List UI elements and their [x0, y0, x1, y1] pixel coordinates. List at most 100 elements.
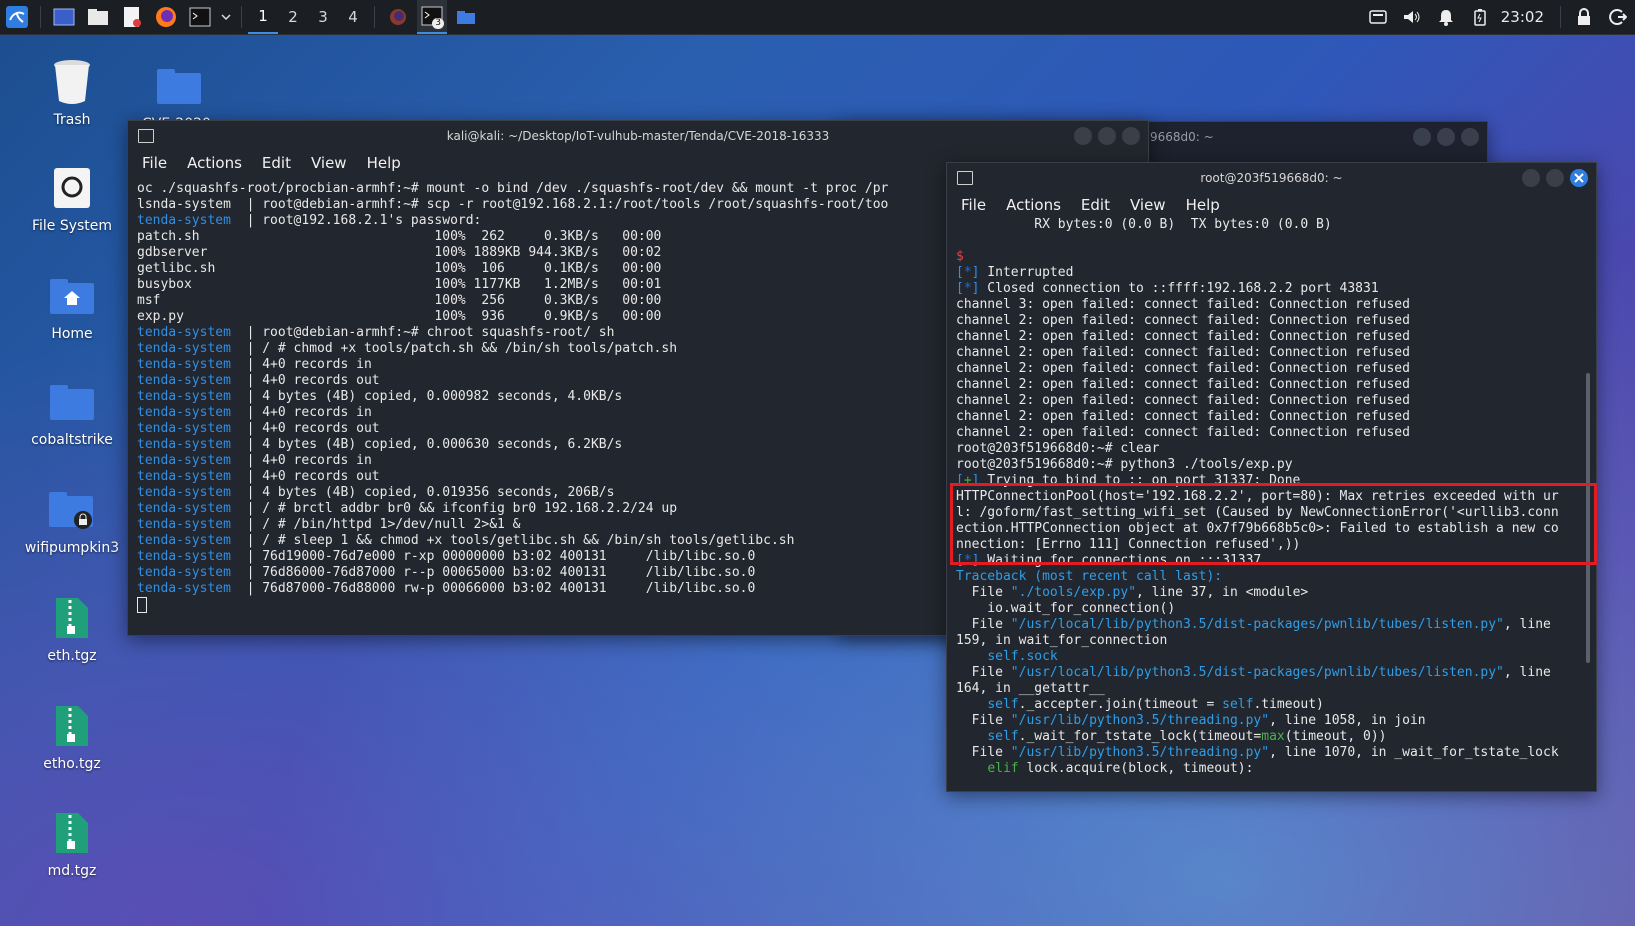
- firefox-task-icon[interactable]: [383, 2, 413, 32]
- window-titlebar[interactable]: kali@kali: ~/Desktop/IoT-vulhub-master/T…: [128, 121, 1148, 151]
- window-titlebar[interactable]: root@203f519668d0: ~: [947, 163, 1596, 193]
- channel-line: channel 2: open failed: connect failed: …: [956, 393, 1410, 408]
- text-cursor: [137, 597, 147, 613]
- harddisk-icon: [48, 164, 96, 212]
- file-manager-icon[interactable]: [83, 2, 113, 32]
- notification-bell-icon[interactable]: [1431, 2, 1461, 32]
- desktop-icon-file-system[interactable]: File System: [17, 164, 127, 234]
- menu-help[interactable]: Help: [367, 154, 401, 172]
- workspace-4[interactable]: 4: [338, 0, 368, 34]
- minimize-button[interactable]: [1074, 127, 1092, 145]
- logout-icon[interactable]: [1603, 2, 1633, 32]
- workspace-1[interactable]: 1: [248, 0, 278, 34]
- output-line: [*] Interrupted: [956, 265, 1074, 280]
- terminal-icon[interactable]: [185, 2, 215, 32]
- archive-icon: [48, 702, 96, 750]
- menu-help[interactable]: Help: [1186, 196, 1220, 214]
- lock-screen-icon[interactable]: [1569, 2, 1599, 32]
- traceback-line: io.wait_for_connection(): [956, 601, 1176, 616]
- close-button[interactable]: [1570, 169, 1588, 187]
- desktop-icon-eth-tgz[interactable]: eth.tgz: [17, 594, 127, 664]
- battery-icon[interactable]: [1465, 2, 1495, 32]
- terminal-window-right[interactable]: root@203f519668d0: ~ File Actions Edit V…: [946, 162, 1597, 792]
- channel-line: channel 2: open failed: connect failed: …: [956, 345, 1410, 360]
- desktop-icon-label: Trash: [53, 112, 91, 128]
- archive-icon: [48, 809, 96, 857]
- menu-file[interactable]: File: [142, 154, 167, 172]
- channel-line: channel 3: open failed: connect failed: …: [956, 297, 1410, 312]
- desktop-icon-label: wifipumpkin3: [24, 540, 120, 556]
- menu-view[interactable]: View: [1130, 196, 1166, 214]
- menu-edit[interactable]: Edit: [262, 154, 291, 172]
- minimize-button[interactable]: [1522, 169, 1540, 187]
- menu-edit[interactable]: Edit: [1081, 196, 1110, 214]
- clock[interactable]: 23:02: [1501, 8, 1544, 26]
- menu-actions[interactable]: Actions: [187, 154, 242, 172]
- desktop-icon-trash[interactable]: Trash: [17, 58, 127, 128]
- maximize-button[interactable]: [1437, 128, 1455, 146]
- trash-icon: [48, 58, 96, 106]
- desktop-icon-cobaltstrike[interactable]: cobaltstrike: [17, 378, 127, 448]
- traceback-line: 159, in wait_for_connection: [956, 633, 1168, 648]
- traceback-line: elif lock.acquire(block, timeout):: [987, 761, 1254, 776]
- desktop-icon-label: md.tgz: [47, 863, 97, 879]
- prompt-symbol: $: [956, 249, 964, 264]
- taskbar: 1 2 3 4 3 23:02: [0, 0, 1635, 35]
- terminal-task-button[interactable]: 3: [417, 0, 447, 34]
- rx-line: RX bytes:0 (0.0 B) TX bytes:0 (0.0 B): [956, 217, 1332, 232]
- traceback-line: self._wait_for_tstate_lock(timeout=max(t…: [987, 729, 1387, 744]
- traceback-line: File "/usr/lib/python3.5/threading.py", …: [956, 745, 1559, 760]
- kali-menu-icon[interactable]: [2, 2, 32, 32]
- close-button[interactable]: [1461, 128, 1479, 146]
- desktop-icon-label: Home: [51, 326, 93, 342]
- traceback-line: File "/usr/lib/python3.5/threading.py", …: [956, 713, 1426, 728]
- output-line: root@203f519668d0:~# clear: [956, 441, 1160, 456]
- window-title: root@203f519668d0: ~: [1200, 171, 1343, 185]
- workspace-2[interactable]: 2: [278, 0, 308, 34]
- terminal-icon: [957, 171, 973, 185]
- channel-line: channel 2: open failed: connect failed: …: [956, 329, 1410, 344]
- close-icon: [1574, 173, 1584, 183]
- text-editor-icon[interactable]: [117, 2, 147, 32]
- menu-actions[interactable]: Actions: [1006, 196, 1061, 214]
- desktop-icon-home[interactable]: Home: [17, 272, 127, 342]
- minimize-button[interactable]: [1413, 128, 1431, 146]
- channel-line: channel 2: open failed: connect failed: …: [956, 409, 1410, 424]
- channel-line: channel 2: open failed: connect failed: …: [956, 377, 1410, 392]
- volume-icon[interactable]: [1397, 2, 1427, 32]
- output-line: [*] Closed connection to ::ffff:192.168.…: [956, 281, 1379, 296]
- maximize-button[interactable]: [1546, 169, 1564, 187]
- locked-folder-icon: [48, 486, 96, 534]
- menu-file[interactable]: File: [961, 196, 986, 214]
- channel-line: channel 2: open failed: connect failed: …: [956, 425, 1410, 440]
- chevron-down-icon[interactable]: [219, 2, 233, 32]
- maximize-button[interactable]: [1098, 127, 1116, 145]
- desktop-icon-etho-tgz[interactable]: etho.tgz: [17, 702, 127, 772]
- close-button[interactable]: [1122, 127, 1140, 145]
- channel-line: channel 2: open failed: connect failed: …: [956, 313, 1410, 328]
- desktop-icon-label: etho.tgz: [43, 756, 101, 772]
- home-folder-icon: [48, 272, 96, 320]
- desktop-icon-wifipumpkin3[interactable]: wifipumpkin3: [17, 486, 127, 556]
- terminal-icon: [138, 129, 154, 143]
- error-highlight-box: [950, 483, 1597, 565]
- traceback-header: Traceback (most recent call last):: [956, 569, 1223, 584]
- folder-task-icon[interactable]: [451, 2, 481, 32]
- window-title: kali@kali: ~/Desktop/IoT-vulhub-master/T…: [446, 129, 830, 143]
- traceback-line: 164, in __getattr__: [956, 681, 1105, 696]
- desktop-icon-label: cobaltstrike: [31, 432, 113, 448]
- desktop-icon-md-tgz[interactable]: md.tgz: [17, 809, 127, 879]
- channel-line: channel 2: open failed: connect failed: …: [956, 361, 1410, 376]
- traceback-line: File "/usr/local/lib/python3.5/dist-pack…: [956, 617, 1551, 632]
- menu-view[interactable]: View: [311, 154, 347, 172]
- menubar: File Actions Edit View Help: [947, 193, 1596, 217]
- folder-icon: [48, 378, 96, 426]
- output-line: root@203f519668d0:~# python3 ./tools/exp…: [956, 457, 1293, 472]
- workspace-3[interactable]: 3: [308, 0, 338, 34]
- show-desktop-icon[interactable]: [49, 2, 79, 32]
- firefox-icon[interactable]: [151, 2, 181, 32]
- network-icon[interactable]: [1363, 2, 1393, 32]
- traceback-line: self._accepter.join(timeout = self.timeo…: [987, 697, 1324, 712]
- traceback-line: File "./tools/exp.py", line 37, in <modu…: [956, 585, 1309, 600]
- archive-icon: [48, 594, 96, 642]
